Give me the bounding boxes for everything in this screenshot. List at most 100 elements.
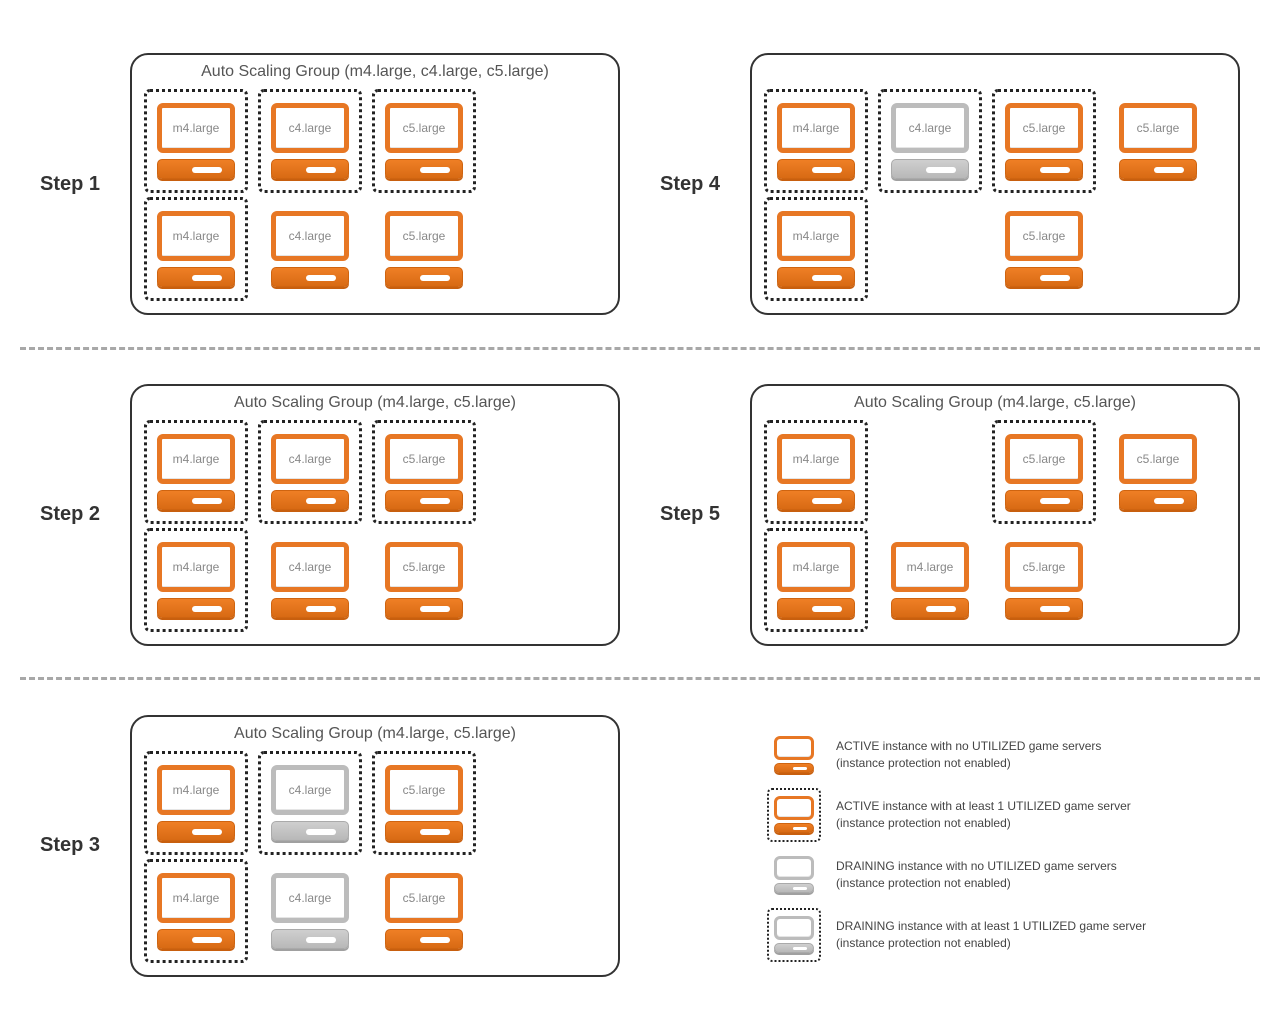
instance-label: m4.large [777,103,855,153]
step-cell: Step 4 m4.largec4.largec5.largec5.largem… [640,20,1260,349]
instance-icon: c4.large [260,91,360,191]
instance-base [385,929,463,949]
instance-label: DRAINING instance with no UTILIZED game … [774,856,814,880]
instance-icon: c4.large [880,91,980,191]
instance-label: c4.large [271,873,349,923]
legend-row: DRAINING instance with at least 1 UTILIZ… [770,911,1146,959]
legend-row: ACTIVE instance with at least 1 UTILIZED… [770,791,1146,839]
instance-base [774,763,814,773]
instance-base [271,598,349,618]
instance-label: c5.large [1119,434,1197,484]
instance-icon: c5.large [1108,422,1208,522]
instance-label: c4.large [271,434,349,484]
asg-title [766,63,1224,81]
asg-title: Auto Scaling Group (m4.large, c4.large, … [146,63,604,81]
instance-icon: c5.large [374,91,474,191]
instance-label: m4.large [157,873,235,923]
instance-icon: m4.large [146,861,246,961]
asg-title: Auto Scaling Group (m4.large, c5.large) [146,394,604,412]
instance-icon: c5.large [374,753,474,853]
instance-grid: m4.large c5.large c5.large m4.large m4.large… [766,422,1224,630]
instance-grid: m4.large c4.large c5.large m4.large c4.large… [146,753,604,961]
asg-title: Auto Scaling Group (m4.large, c5.large) [766,394,1224,412]
instance-label: DRAINING instance with at least 1 UTILIZ… [774,916,814,940]
instance-grid: m4.largec4.largec5.largem4.largec4.large… [146,91,604,299]
step-cell: Step 5Auto Scaling Group (m4.large, c5.l… [640,351,1260,680]
instance-label: m4.large [157,103,235,153]
instance-icon: c5.large [374,199,474,299]
instance-base [157,598,235,618]
instance-label: m4.large [157,434,235,484]
instance-icon: c4.large [260,753,360,853]
instance-label: m4.large [157,211,235,261]
instance-icon: m4.large [880,530,980,630]
instance-label: m4.large [777,434,855,484]
asg-title: Auto Scaling Group (m4.large, c5.large) [146,725,604,743]
instance-base [777,159,855,179]
instance-label: c4.large [271,765,349,815]
instance-base [777,267,855,287]
instance-base [385,267,463,287]
instance-icon: m4.large [766,199,866,299]
asg-box: Auto Scaling Group (m4.large, c4.large, … [130,53,620,315]
instance-icon: c4.large [260,530,360,630]
instance-base [1005,598,1083,618]
instance-label: c4.large [271,542,349,592]
instance-base [157,267,235,287]
instance-label: m4.large [777,542,855,592]
diagram-grid: Step 1Auto Scaling Group (m4.large, c4.l… [20,20,1260,1010]
legend: ACTIVE instance with no UTILIZED game se… [750,721,1146,971]
instance-label: c5.large [1119,103,1197,153]
step-cell: Step 2 Auto Scaling Group (m4.large, c5.l… [20,351,640,680]
instance-label: m4.large [891,542,969,592]
instance-label: ACTIVE instance with no UTILIZED game se… [774,736,814,760]
instance-base [157,821,235,841]
instance-base [774,823,814,833]
instance-icon: c5.large [994,91,1094,191]
instance-base [385,598,463,618]
instance-base [271,821,349,841]
instance-label: c5.large [385,434,463,484]
instance-base [157,159,235,179]
instance-base [271,159,349,179]
step-label: Step 3 [40,834,130,857]
legend-cell: ACTIVE instance with no UTILIZED game se… [640,681,1260,1010]
instance-base [891,598,969,618]
instance-base [774,883,814,893]
step-label: Step 4 [660,173,750,196]
instance-label: c5.large [1005,542,1083,592]
legend-text: DRAINING instance with no UTILIZED game … [836,858,1117,890]
instance-label: m4.large [777,211,855,261]
instance-label: c5.large [385,765,463,815]
instance-label: c4.large [891,103,969,153]
legend-text: ACTIVE instance with no UTILIZED game se… [836,738,1101,770]
instance-base [271,490,349,510]
instance-icon: ACTIVE instance with no UTILIZED game se… [770,731,818,779]
asg-box: Auto Scaling Group (m4.large, c5.large) m… [750,384,1240,646]
instance-icon: c5.large [1108,91,1208,191]
step-label: Step 5 [660,503,750,526]
instance-icon: c4.large [260,199,360,299]
instance-icon: m4.large [766,530,866,630]
instance-base [891,159,969,179]
asg-box: m4.large c4.large c5.large c5.large m4.large… [750,53,1240,315]
instance-label: m4.large [157,765,235,815]
instance-base [1005,490,1083,510]
step-label: Step 2 [40,503,130,526]
instance-base [385,490,463,510]
instance-base [1119,159,1197,179]
instance-icon: m4.large [146,530,246,630]
instance-icon: c5.large [374,530,474,630]
instance-base [1005,267,1083,287]
instance-icon: m4.large [146,199,246,299]
instance-label: c5.large [1005,434,1083,484]
instance-icon: m4.large [146,422,246,522]
instance-base [385,159,463,179]
instance-base [777,490,855,510]
instance-icon: c4.large [260,422,360,522]
instance-label: c4.large [271,211,349,261]
step-cell: Step 3 Auto Scaling Group (m4.large, c5.l… [20,681,640,1010]
instance-label: c5.large [385,873,463,923]
instance-icon: c5.large [994,530,1094,630]
instance-base [157,490,235,510]
